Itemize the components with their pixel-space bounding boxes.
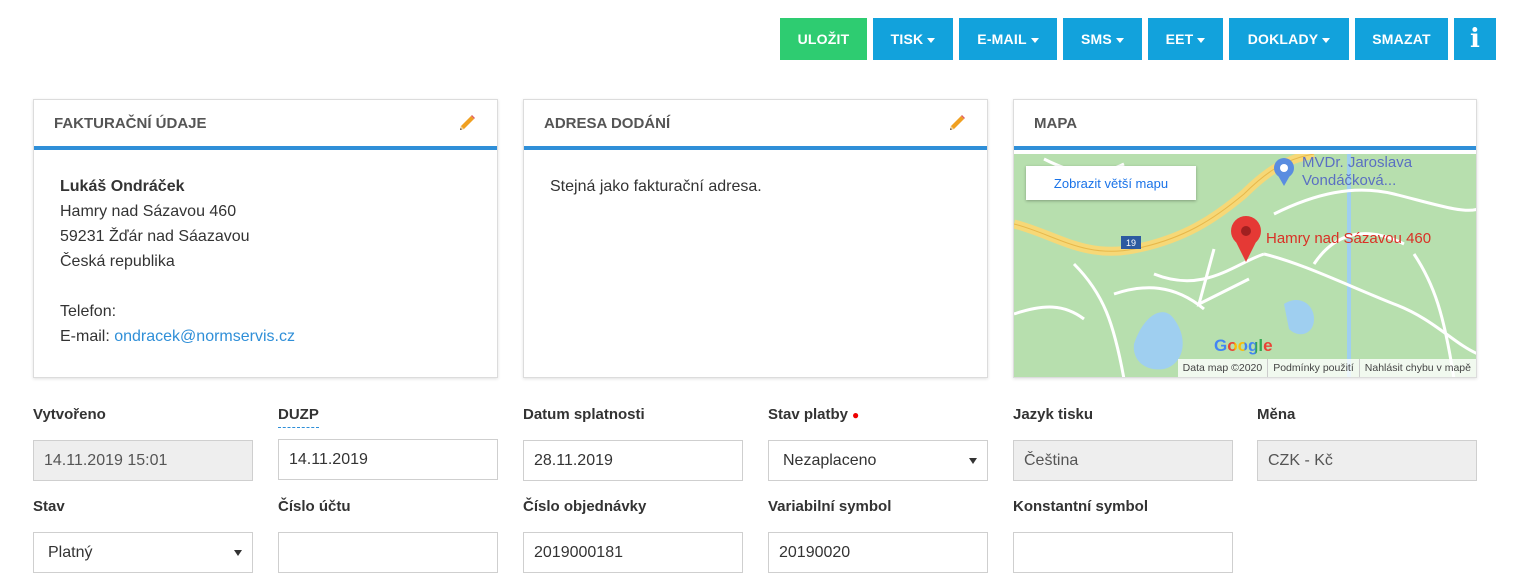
toolbar: ULOŽIT TISK E-MAIL SMS EET DOKLADY SMAZA… xyxy=(780,18,1496,60)
billing-card: FAKTURAČNÍ ÚDAJE Lukáš Ondráček Hamry na… xyxy=(33,99,498,378)
delivery-text: Stejná jako fakturační adresa. xyxy=(550,178,762,195)
documents-button[interactable]: DOKLADY xyxy=(1229,18,1349,60)
delivery-title: ADRESA DODÁNÍ xyxy=(544,114,671,132)
chevron-down-icon xyxy=(1322,37,1331,43)
payment-value: Nezaplaceno xyxy=(783,451,877,469)
map-report-link[interactable]: Nahlásit chybu v mapě xyxy=(1358,359,1476,377)
map-view[interactable]: 19 Zobrazit větší mapu MVDr. Jaroslava Vo… xyxy=(1014,154,1476,377)
account-input[interactable] xyxy=(278,532,498,573)
variable-field: Variabilní symbol 20190020 xyxy=(768,498,988,573)
order-field: Číslo objednávky 2019000181 xyxy=(523,498,743,573)
duzp-field: DUZP 14.11.2019 xyxy=(278,406,498,480)
billing-card-header: FAKTURAČNÍ ÚDAJE xyxy=(34,100,497,150)
constant-field: Konstantní symbol xyxy=(1013,498,1233,573)
chevron-down-icon xyxy=(927,37,936,43)
google-logo: Google xyxy=(1214,336,1273,355)
sms-label: SMS xyxy=(1081,31,1112,47)
dropdown-arrow-icon xyxy=(234,550,242,556)
currency-field: Měna CZK - Kč xyxy=(1257,406,1477,481)
chevron-down-icon xyxy=(1115,37,1124,43)
currency-label: Měna xyxy=(1257,406,1296,423)
billing-body: Lukáš Ondráček Hamry nad Sázavou 460 592… xyxy=(34,150,497,373)
pencil-icon[interactable] xyxy=(457,113,477,133)
delete-button[interactable]: SMAZAT xyxy=(1355,18,1448,60)
currency-input: CZK - Kč xyxy=(1257,440,1477,481)
map-card: MAPA 19 Zobrazit větší mapu MVDr. Jarosl… xyxy=(1013,99,1477,378)
account-label: Číslo účtu xyxy=(278,498,351,515)
order-input[interactable]: 2019000181 xyxy=(523,532,743,573)
sms-button[interactable]: SMS xyxy=(1063,18,1142,60)
dropdown-arrow-icon xyxy=(969,458,977,464)
save-label: ULOŽIT xyxy=(797,31,850,47)
customer-street: Hamry nad Sázavou 460 xyxy=(60,203,237,220)
account-field: Číslo účtu xyxy=(278,498,498,573)
eet-label: EET xyxy=(1165,31,1194,47)
map-data-credit: Data map ©2020 xyxy=(1182,362,1263,374)
duzp-input[interactable]: 14.11.2019 xyxy=(278,439,498,480)
poi-label: MVDr. Jaroslava Vondáčková... xyxy=(1302,154,1412,190)
created-input: 14.11.2019 15:01 xyxy=(33,440,253,481)
due-input[interactable]: 28.11.2019 xyxy=(523,440,743,481)
email-button[interactable]: E-MAIL xyxy=(959,18,1057,60)
language-input: Čeština xyxy=(1013,440,1233,481)
poi-line-1: MVDr. Jaroslava xyxy=(1302,154,1413,171)
state-label: Stav xyxy=(33,498,65,515)
print-button[interactable]: TISK xyxy=(873,18,953,60)
language-field: Jazyk tisku Čeština xyxy=(1013,406,1233,481)
variable-label: Variabilní symbol xyxy=(768,498,892,515)
duzp-label[interactable]: DUZP xyxy=(278,406,319,428)
info-icon: i xyxy=(1469,24,1481,54)
eet-button[interactable]: EET xyxy=(1148,18,1223,60)
created-field: Vytvořeno 14.11.2019 15:01 xyxy=(33,406,253,481)
documents-label: DOKLADY xyxy=(1247,31,1319,47)
state-field: Stav Platný xyxy=(33,498,253,573)
chevron-down-icon xyxy=(1197,37,1206,43)
delivery-card-header: ADRESA DODÁNÍ xyxy=(524,100,987,150)
map-footer: Data map ©2020 Podmínky použití Nahlásit… xyxy=(1177,359,1476,377)
payment-select[interactable]: Nezaplaceno xyxy=(768,440,988,481)
state-select[interactable]: Platný xyxy=(33,532,253,573)
payment-label: Stav platby ● xyxy=(768,406,988,428)
state-value: Platný xyxy=(48,543,93,561)
variable-input[interactable]: 20190020 xyxy=(768,532,988,573)
required-dot-icon: ● xyxy=(852,408,860,422)
due-field: Datum splatnosti 28.11.2019 xyxy=(523,406,743,481)
delivery-card: ADRESA DODÁNÍ Stejná jako fakturační adr… xyxy=(523,99,988,378)
map-marker-label: Hamry nad Sázavou 460 xyxy=(1266,230,1432,247)
print-label: TISK xyxy=(890,31,924,47)
order-label: Číslo objednávky xyxy=(523,498,647,515)
phone-label: Telefon: xyxy=(60,303,117,320)
payment-label-text: Stav platby xyxy=(768,406,849,423)
language-label: Jazyk tisku xyxy=(1013,406,1094,423)
pencil-icon[interactable] xyxy=(947,113,967,133)
payment-field: Stav platby ● Nezaplaceno xyxy=(768,406,988,481)
customer-name: Lukáš Ondráček xyxy=(60,178,185,195)
due-label: Datum splatnosti xyxy=(523,406,645,423)
road-number: 19 xyxy=(1126,238,1136,248)
created-label: Vytvořeno xyxy=(33,406,106,423)
constant-label: Konstantní symbol xyxy=(1013,498,1149,515)
email-link[interactable]: ondracek@normservis.cz xyxy=(114,328,295,345)
customer-city: 59231 Žďár nad Sáazavou xyxy=(60,228,250,245)
constant-input[interactable] xyxy=(1013,532,1233,573)
customer-country: Česká republika xyxy=(60,253,175,270)
billing-title: FAKTURAČNÍ ÚDAJE xyxy=(54,114,207,132)
delivery-body: Stejná jako fakturační adresa. xyxy=(524,150,987,223)
email-label: E-MAIL xyxy=(977,31,1027,47)
save-button[interactable]: ULOŽIT xyxy=(780,18,867,60)
poi-line-2: Vondáčková... xyxy=(1302,172,1397,189)
email-row: E-mail: ondracek@normservis.cz xyxy=(60,324,471,349)
chevron-down-icon xyxy=(1030,37,1039,43)
info-button[interactable]: i xyxy=(1454,18,1496,60)
map-card-header: MAPA xyxy=(1014,100,1476,150)
email-label: E-mail: xyxy=(60,328,110,345)
map-terms-link[interactable]: Podmínky použití xyxy=(1267,359,1359,377)
bigger-map-button[interactable]: Zobrazit větší mapu xyxy=(1026,166,1196,200)
map-title: MAPA xyxy=(1034,114,1078,132)
delete-label: SMAZAT xyxy=(1372,31,1431,47)
